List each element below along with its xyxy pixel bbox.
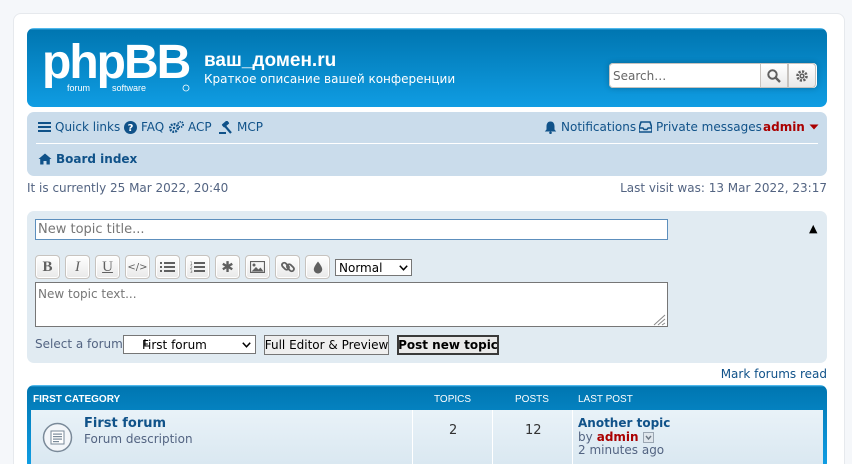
search-input[interactable]: [609, 63, 760, 88]
topics-header: TOPICS: [434, 394, 472, 405]
code-icon: </>: [127, 261, 148, 273]
mcp-link[interactable]: MCP: [219, 120, 263, 134]
acp-label: ACP: [188, 120, 212, 134]
ordered-list-icon: 123: [190, 261, 205, 273]
advanced-search-button[interactable]: [788, 63, 816, 88]
notifications-link[interactable]: Notifications: [544, 120, 636, 134]
last-visit-time: Last visit was: 13 Mar 2022, 23:17: [620, 181, 827, 195]
svg-text:forum: forum: [67, 83, 90, 93]
notifications-label: Notifications: [561, 120, 637, 134]
forum-select-value: First forum: [142, 337, 207, 352]
full-editor-button[interactable]: Full Editor & Preview: [264, 335, 389, 355]
image-button[interactable]: [245, 255, 270, 279]
category-header[interactable]: FIRST CATEGORY: [33, 394, 120, 405]
chevron-down-icon: [242, 341, 251, 348]
cogs-icon: [169, 120, 184, 133]
board-index-breadcrumb[interactable]: Board index: [38, 152, 137, 166]
color-drop-icon: [313, 261, 322, 273]
ordered-list-button[interactable]: 123: [185, 255, 210, 279]
list-icon: [160, 262, 175, 272]
private-messages-link[interactable]: Private messages: [639, 120, 762, 134]
acp-link[interactable]: ACP: [169, 120, 212, 134]
phpbb-logo[interactable]: phpBB forum software: [40, 38, 192, 96]
resize-grip-icon[interactable]: [652, 313, 666, 326]
link-button[interactable]: [275, 255, 300, 279]
underline-icon: U: [102, 258, 113, 275]
list-item-button[interactable]: ✱: [215, 255, 240, 279]
svg-text:?: ?: [128, 123, 134, 134]
asterisk-icon: ✱: [221, 258, 234, 276]
post-new-topic-button[interactable]: Post new topic: [397, 335, 499, 355]
forum-posts-count: 12: [525, 423, 542, 438]
board-index-label: Board index: [56, 152, 138, 166]
inbox-icon: [639, 121, 652, 133]
code-button[interactable]: </>: [125, 255, 150, 279]
svg-text:3: 3: [190, 269, 193, 273]
private-messages-label: Private messages: [656, 120, 762, 134]
font-size-value: Normal: [339, 260, 383, 275]
forum-read-icon: [42, 422, 73, 453]
user-menu[interactable]: admin: [763, 120, 819, 134]
quick-links-label: Quick links: [55, 120, 121, 134]
current-time: It is currently 25 Mar 2022, 20:40: [27, 181, 229, 195]
gear-icon: [796, 69, 808, 82]
search-box: [609, 63, 817, 88]
gavel-icon: [219, 120, 232, 134]
list-button[interactable]: [155, 255, 180, 279]
site-description: Краткое описание вашей конференции: [204, 72, 456, 86]
topic-text-input[interactable]: [35, 282, 668, 327]
caret-down-icon: [809, 124, 819, 130]
last-post-title-link[interactable]: Another topic: [578, 416, 670, 430]
last-post-byline: by admin: [578, 430, 654, 444]
last-post-header: LAST POST: [578, 394, 633, 405]
svg-text:software: software: [112, 83, 146, 93]
last-post-time: 2 minutes ago: [578, 443, 665, 457]
posts-header: POSTS: [515, 394, 549, 405]
hamburger-icon: [38, 122, 51, 132]
view-latest-post-icon[interactable]: [642, 431, 654, 443]
select-forum-label: Select a forum: [35, 337, 123, 351]
chevron-down-icon: [399, 264, 408, 271]
last-post-author-link[interactable]: admin: [597, 430, 639, 444]
forum-topics-count: 2: [449, 423, 458, 438]
column-divider: [492, 410, 493, 464]
faq-link[interactable]: ? FAQ: [124, 120, 164, 134]
bold-button[interactable]: B: [35, 255, 60, 279]
svg-text:phpBB: phpBB: [42, 38, 190, 89]
bold-icon: B: [42, 258, 53, 275]
faq-label: FAQ: [141, 120, 165, 134]
search-button[interactable]: [760, 63, 788, 88]
color-button[interactable]: [305, 255, 330, 279]
navbar-divider: [36, 143, 818, 144]
forum-select[interactable]: First forum: [123, 335, 256, 354]
forum-title-link[interactable]: First forum: [84, 416, 166, 431]
column-divider: [412, 410, 413, 464]
font-size-select[interactable]: Normal: [335, 259, 412, 276]
link-icon: [280, 261, 295, 273]
topic-title-input[interactable]: [35, 219, 668, 240]
collapse-panel-toggle[interactable]: ▲: [809, 222, 817, 235]
mcp-label: MCP: [237, 120, 263, 134]
site-name: ваш_домен.ru: [204, 50, 337, 71]
home-icon: [38, 153, 52, 165]
mark-forums-read-link[interactable]: Mark forums read: [721, 367, 827, 381]
subforum-arrow-icon: [144, 339, 150, 347]
column-divider: [572, 410, 573, 464]
search-icon: [767, 68, 781, 83]
question-icon: ?: [124, 120, 137, 134]
underline-button[interactable]: U: [95, 255, 120, 279]
bell-icon: [544, 121, 557, 134]
forum-description: Forum description: [84, 432, 193, 446]
italic-icon: I: [75, 258, 80, 275]
image-icon: [250, 261, 265, 273]
quick-links-menu[interactable]: Quick links: [38, 120, 120, 134]
italic-button[interactable]: I: [65, 255, 90, 279]
last-post-by-label: by: [578, 430, 593, 444]
username-label: admin: [763, 120, 805, 134]
